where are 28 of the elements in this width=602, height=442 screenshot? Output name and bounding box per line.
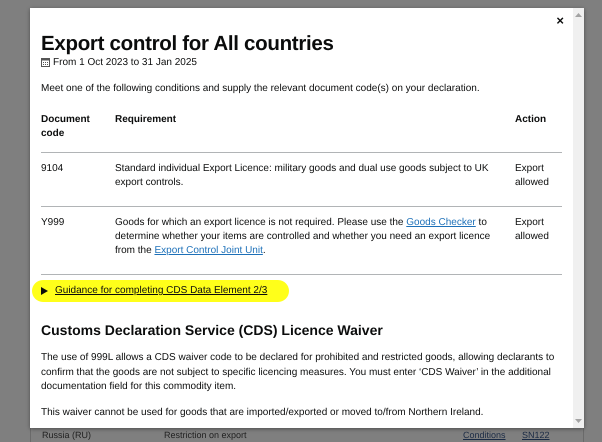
section-heading: Customs Declaration Service (CDS) Licence Waiver [41,321,384,339]
table-cell: Y999 [41,206,115,274]
table-cell: Standard individual Export Licence: military goods and dual use goods subject to UK export controls. [115,152,515,206]
triangle-icon [41,286,48,294]
column-header: Document code [41,113,115,152]
details-toggle[interactable]: Guidance for completing CDS Data Element 2/3 [41,285,268,296]
close-button[interactable]: × [554,13,566,28]
paragraph: This waiver cannot be used for goods that are imported/exported or moved to/from Northern Ireland. [41,406,484,420]
calendar-icon [41,58,50,67]
column-header: Requirement [115,113,515,152]
conditions-link[interactable]: Conditions [463,430,522,441]
scroll-up-icon[interactable] [575,13,582,17]
scroll-down-icon[interactable] [575,419,582,423]
link[interactable]: Export Control Joint Unit [154,245,263,256]
date-range: From 1 Oct 2023 to 31 Jan 2025 [53,57,197,68]
paragraph: The use of 999L allows a CDS waiver code to be declared for prohibited and restricted goods, allowing declarants to confirm that the goods are not subject to specific licencing measures. You must enter ‘CDS Waiver’ in the additional documentation field for this commodity item. [41,351,556,394]
modal-title: Export control for All countries [41,31,335,57]
footnote-link[interactable]: SN122 [522,430,550,441]
link[interactable]: Goods Checker [406,217,476,228]
table-cell: Export allowed [515,152,562,206]
intro-text: Meet one of the following conditions and supply the relevant document code(s) on your declaration. [41,82,481,96]
country-name: Russia (RU) [42,430,92,441]
measure-type: Restriction on export [164,430,248,441]
column-header: Action [515,113,562,152]
table-cell: 9104 [41,152,115,206]
scrollbar[interactable] [573,8,584,428]
table-cell: Export allowed [515,206,562,274]
table-cell: Goods for which an export licence is not required. Please use the Goods Checker to determine whether your items are controlled and whether you need an export licence from the Export Control Joint Unit. [115,206,515,274]
